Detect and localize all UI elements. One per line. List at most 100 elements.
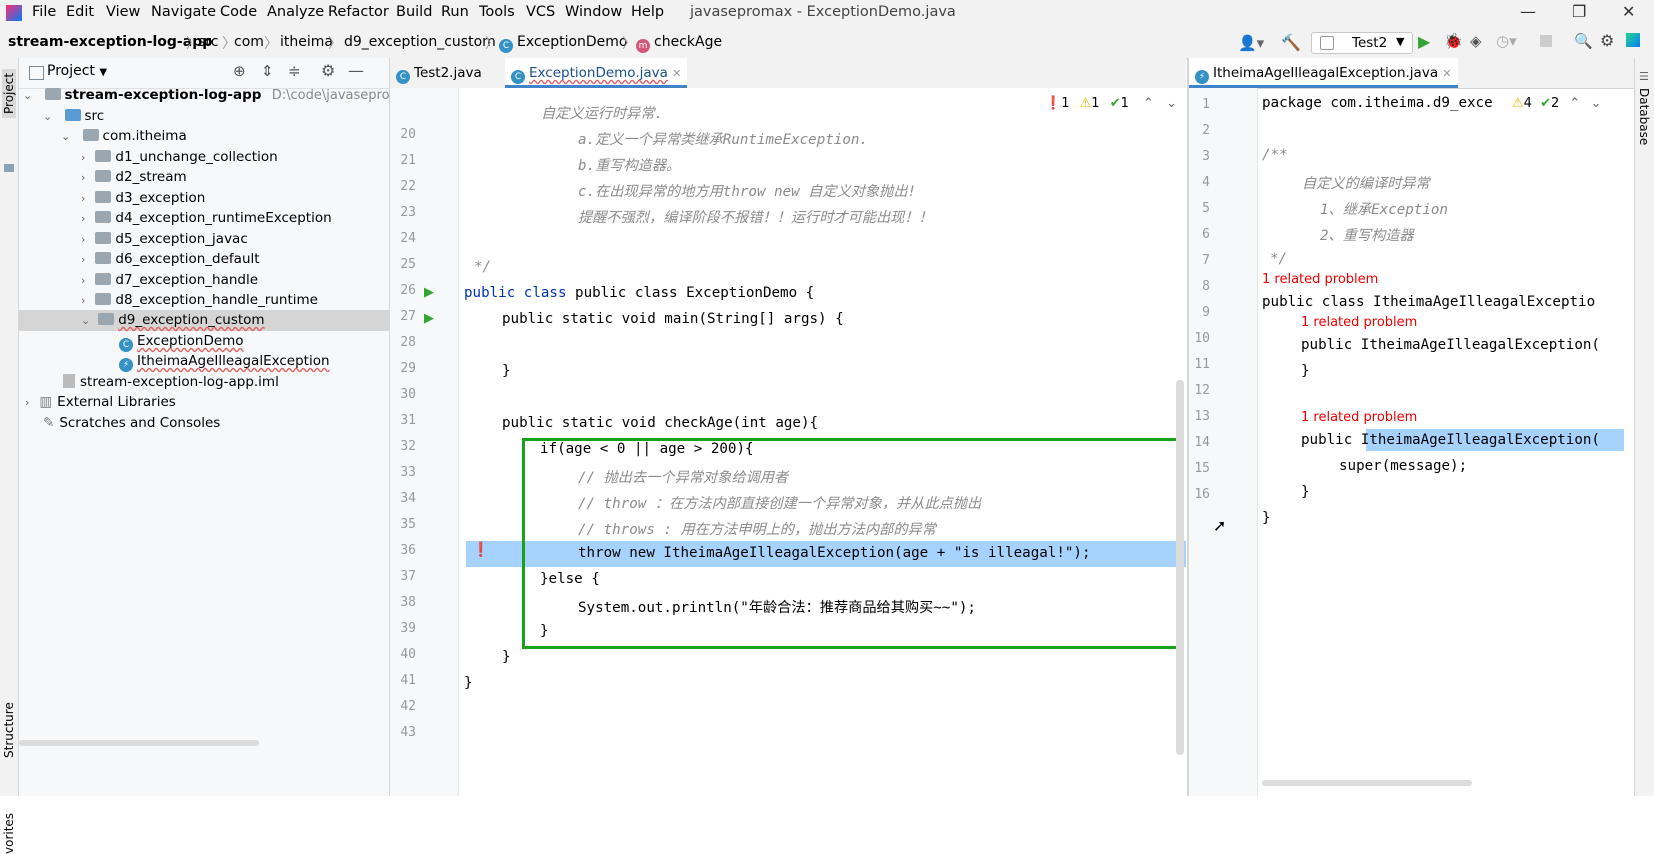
tree-item-external-libraries[interactable]: › ▥ External Libraries [25, 392, 176, 413]
line-number: 5 [1202, 201, 1210, 216]
tree-item-custom-exception[interactable]: ⚡ ItheimaAgeIlleagalException [119, 351, 330, 372]
project-view-selector[interactable]: Project ▼ [47, 63, 107, 79]
line-number: 24 [400, 231, 416, 246]
related-problem-hint[interactable]: 1 related problem [1262, 272, 1378, 287]
menu-vcs[interactable]: VCS [526, 4, 555, 20]
search-icon[interactable]: 🔍 [1574, 32, 1593, 50]
build-hammer-icon[interactable]: 🔨 [1281, 33, 1301, 52]
right-horizontal-scrollbar[interactable] [1262, 780, 1472, 786]
restore-icon[interactable]: ❐ [1572, 2, 1586, 21]
tree-item-d8[interactable]: › d8_exception_handle_runtime [81, 290, 318, 311]
stop-icon[interactable] [1540, 35, 1552, 47]
line-number: 1 [1202, 97, 1210, 112]
tree-item-d5[interactable]: › d5_exception_javac [81, 229, 248, 250]
run-class-icon[interactable]: ▶ [424, 285, 434, 300]
exception-class-icon: ⚡ [119, 358, 133, 372]
breadcrumb-project[interactable]: stream-exception-log-app [8, 34, 212, 50]
close-tab-icon[interactable]: ✕ [672, 67, 681, 80]
line-number: 34 [400, 491, 416, 506]
tree-item-d2[interactable]: › d2_stream [81, 167, 187, 188]
profile-icon[interactable]: ◷▾ [1496, 32, 1517, 50]
project-tool-tab[interactable]: Project [2, 68, 16, 118]
code-line: 提醒不强烈，编译阶段不报错！！运行时才可能出现！！ [578, 210, 933, 226]
locate-icon[interactable]: ⊕ [233, 62, 246, 80]
menu-refactor[interactable]: Refactor [328, 4, 389, 20]
class-declaration: public class ExceptionDemo { [575, 285, 815, 301]
menu-view[interactable]: View [106, 4, 140, 20]
project-horizontal-scrollbar[interactable] [19, 740, 259, 746]
tab-test2[interactable]: C Test2.java [390, 58, 488, 88]
menu-tools[interactable]: Tools [479, 4, 515, 20]
user-icon[interactable]: 👤▾ [1238, 34, 1264, 52]
breadcrumb-class-label: ExceptionDemo [517, 34, 628, 50]
menu-build[interactable]: Build [396, 4, 432, 20]
database-tool-tab[interactable]: Database [1637, 88, 1651, 145]
menu-help[interactable]: Help [631, 4, 664, 20]
breadcrumb-package[interactable]: d9_exception_custom [344, 34, 496, 50]
tree-item-label: d9_exception_custom [118, 312, 265, 328]
line-number: 16 [1194, 487, 1210, 502]
hide-panel-icon[interactable]: — [348, 61, 364, 80]
window-title: javasepromax - ExceptionDemo.java [690, 4, 956, 20]
menu-file[interactable]: File [32, 4, 56, 20]
previous-highlight-icon[interactable]: ⌃ [1569, 96, 1580, 111]
coverage-icon[interactable]: ◈ [1470, 32, 1482, 50]
collapse-all-icon[interactable]: ≑ [288, 62, 301, 80]
expand-all-icon[interactable]: ⇕ [261, 62, 274, 80]
run-icon[interactable]: ▶ [1418, 32, 1430, 51]
tree-item-d6[interactable]: › d6_exception_default [81, 249, 260, 270]
package-folder-icon [98, 313, 115, 325]
tree-item-exceptiondemo[interactable]: C ExceptionDemo [119, 331, 244, 352]
tree-item-iml[interactable]: stream-exception-log-app.iml [63, 372, 279, 393]
run-main-icon[interactable]: ▶ [424, 311, 434, 326]
package-folder-icon [95, 191, 112, 203]
structure-tool-tab[interactable]: Structure [2, 702, 16, 758]
chevron-right-icon: › [81, 151, 86, 164]
tree-item-label: d8_exception_handle_runtime [115, 292, 318, 308]
menu-edit[interactable]: Edit [66, 4, 94, 20]
tab-custom-exception[interactable]: ⚡ ItheimaAgeIlleagalException.java ✕ [1189, 58, 1458, 88]
tree-item-d4[interactable]: › d4_exception_runtimeException [81, 208, 332, 229]
tree-item-label: d5_exception_javac [115, 231, 248, 247]
tree-item-project-root[interactable]: ⌄ stream-exception-log-app D:\code\javas… [23, 85, 422, 106]
run-config-select[interactable]: Test2 ▼ [1311, 32, 1413, 54]
close-icon[interactable]: ✕ [1622, 2, 1635, 21]
minimize-icon[interactable]: — [1520, 2, 1536, 21]
breadcrumb-class[interactable]: C ExceptionDemo [499, 34, 628, 53]
tab-exceptiondemo[interactable]: C ExceptionDemo.java ✕ [505, 58, 688, 88]
code-line: /** [1262, 147, 1288, 163]
menu-analyze[interactable]: Analyze [267, 4, 324, 20]
menu-run[interactable]: Run [441, 4, 469, 20]
toolbox-icon[interactable] [1626, 33, 1640, 47]
typo-icon: ✔ [1540, 96, 1551, 111]
tree-item-label: External Libraries [57, 394, 176, 410]
related-problem-hint[interactable]: 1 related problem [1301, 315, 1417, 330]
settings-gear-icon[interactable]: ⚙ [1600, 31, 1614, 50]
breadcrumb-com[interactable]: com [234, 34, 264, 50]
previous-highlight-icon[interactable]: ⌃ [1143, 96, 1154, 111]
breadcrumb-method[interactable]: m checkAge [636, 34, 722, 53]
tree-item-d9[interactable]: ⌄ d9_exception_custom [81, 310, 265, 331]
inspection-widget[interactable]: ❗1 ⚠1 ✔1 ⌃ ⌄ [1045, 96, 1177, 111]
right-inspection-widget[interactable]: ⚠4 ✔2 ⌃ ⌄ [1512, 96, 1602, 111]
menu-code[interactable]: Code [220, 4, 257, 20]
related-problem-hint[interactable]: 1 related problem [1301, 410, 1417, 425]
debug-icon[interactable]: 🐞 [1444, 32, 1463, 50]
breadcrumb-src[interactable]: src [198, 34, 218, 50]
menu-window[interactable]: Window [565, 4, 622, 20]
tree-item-d1[interactable]: › d1_unchange_collection [81, 147, 278, 168]
tree-item-scratches[interactable]: ✎ Scratches and Consoles [43, 413, 220, 434]
line-number: 37 [400, 569, 416, 584]
gear-icon[interactable]: ⚙ [321, 61, 335, 80]
close-tab-icon[interactable]: ✕ [1442, 67, 1451, 80]
tree-item-package[interactable]: ⌄ com.itheima [61, 126, 187, 147]
favorites-tool-tab[interactable]: vorites [2, 813, 16, 854]
tree-item-src[interactable]: ⌄ src [43, 106, 104, 127]
next-highlight-icon[interactable]: ⌄ [1590, 96, 1601, 111]
menu-navigate[interactable]: Navigate [151, 4, 216, 20]
tree-item-d3[interactable]: › d3_exception [81, 188, 205, 209]
tree-item-d7[interactable]: › d7_exception_handle [81, 270, 258, 291]
tree-item-label: d7_exception_handle [115, 272, 259, 288]
package-folder-icon [95, 273, 112, 285]
breadcrumb-itheima[interactable]: itheima [280, 34, 333, 50]
